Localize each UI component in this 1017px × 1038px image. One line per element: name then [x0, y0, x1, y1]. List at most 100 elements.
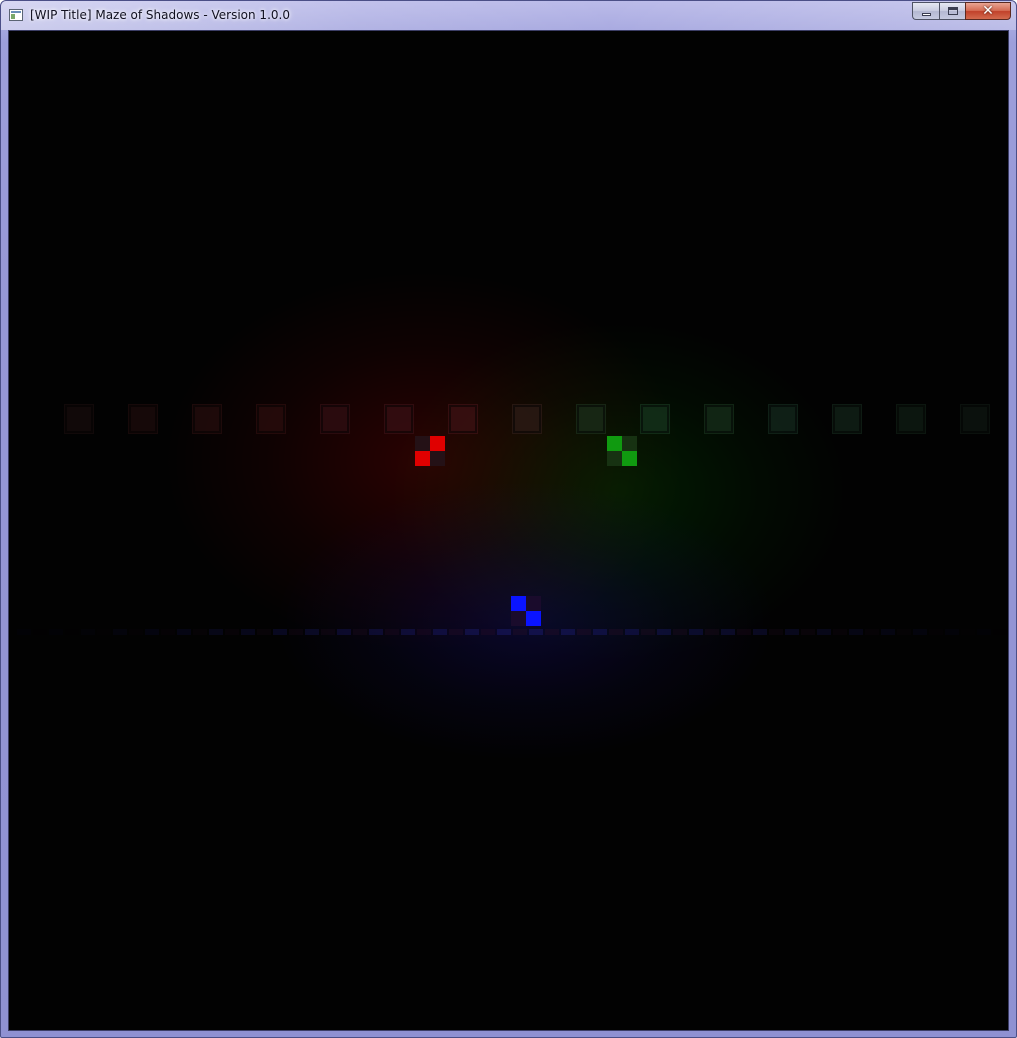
blue-player-cell	[526, 596, 541, 611]
floor-tile	[337, 629, 351, 635]
floor-tile	[737, 629, 751, 635]
floor-tile	[929, 629, 943, 635]
floor-tile	[865, 629, 879, 635]
red-player-cell	[430, 451, 445, 466]
floor-tile	[49, 629, 63, 635]
floor-tile	[977, 629, 991, 635]
floor-tile	[689, 629, 703, 635]
maze-wall-block	[192, 404, 222, 434]
floor-tile	[113, 629, 127, 635]
floor-tile	[433, 629, 447, 635]
maze-wall-block	[832, 404, 862, 434]
floor-tile	[305, 629, 319, 635]
floor-tile	[17, 629, 31, 635]
floor-tile	[721, 629, 735, 635]
blue-player	[511, 596, 541, 626]
green-player-cell	[622, 436, 637, 451]
blue-player-cell	[511, 611, 526, 626]
floor-tile	[97, 629, 111, 635]
floor-tile	[65, 629, 79, 635]
maze-wall-block	[320, 404, 350, 434]
floor-tile	[817, 629, 831, 635]
floor-tile	[161, 629, 175, 635]
window-title: [WIP Title] Maze of Shadows - Version 1.…	[30, 8, 290, 22]
floor-tile	[193, 629, 207, 635]
game-canvas[interactable]	[9, 31, 1008, 1030]
floor-tile	[609, 629, 623, 635]
minimize-button[interactable]	[912, 2, 939, 20]
close-button[interactable]: ✕	[965, 2, 1011, 20]
floor-tile	[529, 629, 543, 635]
floor-tile	[513, 629, 527, 635]
floor-tile	[497, 629, 511, 635]
floor-tile	[833, 629, 847, 635]
application-window-icon[interactable]	[9, 9, 23, 21]
maze-wall-block	[448, 404, 478, 434]
floor-tile	[993, 629, 1007, 635]
red-player-cell	[415, 451, 430, 466]
floor-tile	[449, 629, 463, 635]
minimize-icon	[922, 13, 931, 16]
green-player-cell	[607, 451, 622, 466]
maze-wall-block	[704, 404, 734, 434]
floor-tile	[353, 629, 367, 635]
maze-wall-block	[384, 404, 414, 434]
maze-wall-block	[960, 404, 990, 434]
floor-tile	[401, 629, 415, 635]
app-window: [WIP Title] Maze of Shadows - Version 1.…	[0, 0, 1017, 1038]
maze-wall-block	[256, 404, 286, 434]
floor-tile	[33, 629, 47, 635]
floor-tile	[913, 629, 927, 635]
floor-tile	[625, 629, 639, 635]
floor-tile	[321, 629, 335, 635]
floor-tile	[769, 629, 783, 635]
floor-tile	[705, 629, 719, 635]
maze-wall-block	[128, 404, 158, 434]
red-player	[415, 436, 445, 466]
floor-tile	[465, 629, 479, 635]
floor-tile	[129, 629, 143, 635]
floor-tile	[225, 629, 239, 635]
maximize-icon	[948, 7, 958, 15]
blue-player-cell	[526, 611, 541, 626]
maze-wall-block	[896, 404, 926, 434]
floor-tile	[257, 629, 271, 635]
floor-tile	[881, 629, 895, 635]
floor-tile	[369, 629, 383, 635]
floor-tile	[801, 629, 815, 635]
floor-tile	[577, 629, 591, 635]
maximize-button[interactable]	[939, 2, 965, 20]
floor-tile	[945, 629, 959, 635]
floor-tile	[481, 629, 495, 635]
floor-tile	[673, 629, 687, 635]
floor-tile	[273, 629, 287, 635]
close-icon: ✕	[982, 3, 994, 19]
floor-tile	[561, 629, 575, 635]
floor-tile	[785, 629, 799, 635]
floor-tile	[81, 629, 95, 635]
maze-wall-block	[768, 404, 798, 434]
floor-tile	[657, 629, 671, 635]
floor-tile	[241, 629, 255, 635]
green-player-cell	[607, 436, 622, 451]
floor-tile	[897, 629, 911, 635]
window-controls: ✕	[912, 2, 1011, 20]
maze-wall-block	[64, 404, 94, 434]
floor-tile	[385, 629, 399, 635]
maze-wall-block	[640, 404, 670, 434]
blue-player-cell	[511, 596, 526, 611]
game-viewport[interactable]	[8, 30, 1009, 1031]
floor-tile	[641, 629, 655, 635]
green-player-cell	[622, 451, 637, 466]
floor-tile	[417, 629, 431, 635]
floor-tile	[753, 629, 767, 635]
floor-tile	[289, 629, 303, 635]
floor-tile	[545, 629, 559, 635]
maze-wall-block	[512, 404, 542, 434]
title-bar[interactable]: [WIP Title] Maze of Shadows - Version 1.…	[1, 1, 1016, 30]
floor-tile	[961, 629, 975, 635]
maze-wall-block	[576, 404, 606, 434]
floor-tile	[593, 629, 607, 635]
floor-tile	[849, 629, 863, 635]
floor-tile	[209, 629, 223, 635]
